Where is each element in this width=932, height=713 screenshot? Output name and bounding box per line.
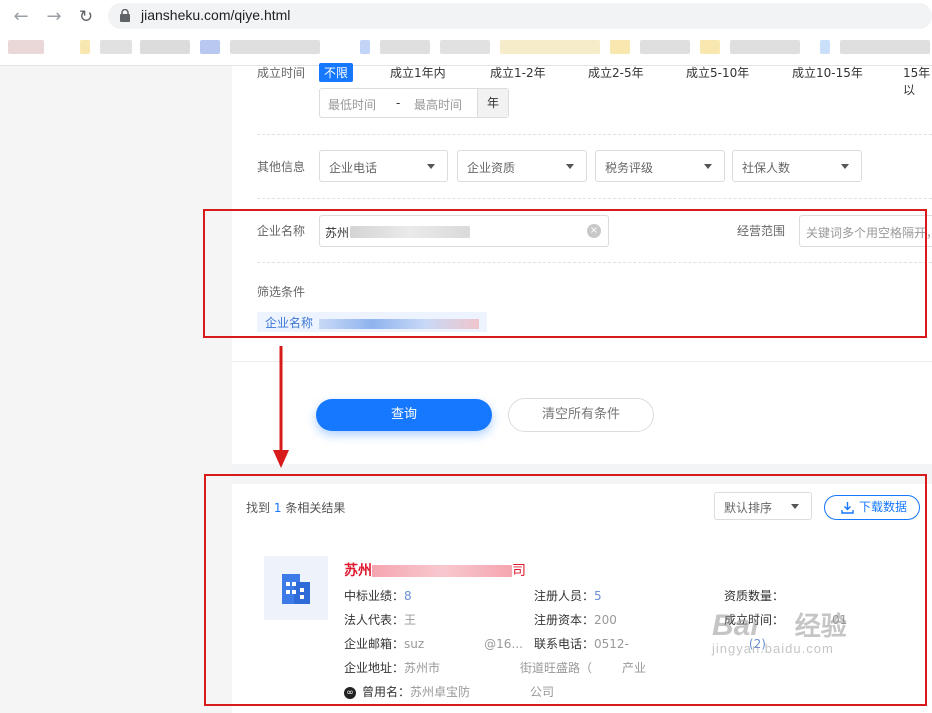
social-security-select[interactable]: 社保人数: [732, 150, 862, 182]
highlight-box-results: [204, 474, 927, 706]
bookmark-item[interactable]: [610, 40, 630, 54]
bookmark-item[interactable]: [380, 40, 430, 54]
divider: [257, 198, 932, 199]
founded-option-1y[interactable]: 成立1年内: [390, 64, 446, 81]
qualification-select-label: 企业资质: [467, 161, 516, 175]
url-text: jiansheku.com/qiye.html: [141, 7, 291, 23]
watermark-brand-b: 经验: [794, 611, 847, 641]
max-time-placeholder: 最高时间: [414, 98, 463, 112]
range-dash: -: [396, 96, 401, 110]
tax-rating-select[interactable]: 税务评级: [595, 150, 725, 182]
bookmark-item[interactable]: [140, 40, 190, 54]
founded-option-unlimited[interactable]: 不限: [319, 63, 354, 82]
bookmark-item[interactable]: [500, 40, 600, 54]
phone-select[interactable]: 企业电话: [319, 150, 448, 182]
arrow-down-icon: [273, 346, 289, 468]
watermark-site: jingyan.baidu.com: [712, 641, 834, 656]
lock-icon: [120, 9, 130, 22]
founded-option-2-5y[interactable]: 成立2-5年: [588, 64, 644, 81]
founded-option-5-10y[interactable]: 成立5-10年: [686, 64, 749, 81]
clear-all-button[interactable]: 清空所有条件: [508, 398, 654, 432]
founded-range-input[interactable]: 最低时间 - 最高时间 年: [319, 88, 509, 118]
other-info-label: 其他信息: [257, 160, 306, 174]
watermark-brand: Bai: [712, 609, 759, 642]
chevron-down-icon: [704, 164, 712, 169]
reload-icon[interactable]: ↻: [75, 6, 97, 28]
chevron-down-icon: [566, 164, 574, 169]
bookmark-item[interactable]: [360, 40, 370, 54]
divider: [232, 361, 932, 362]
highlight-box-filters: [203, 209, 927, 338]
bookmark-item[interactable]: [640, 40, 690, 54]
phone-select-label: 企业电话: [329, 161, 378, 175]
bookmark-item[interactable]: [8, 40, 44, 54]
chevron-down-icon: [427, 164, 435, 169]
chevron-down-icon: [841, 164, 849, 169]
bookmark-item[interactable]: [840, 40, 930, 54]
tax-rating-select-label: 税务评级: [605, 161, 654, 175]
forward-icon[interactable]: →: [43, 6, 65, 28]
social-security-select-label: 社保人数: [742, 161, 791, 175]
bookmarks-bar: [0, 38, 932, 58]
founded-option-15y[interactable]: 15年以: [903, 64, 932, 98]
baidu-watermark: Bai 经验 jingyan.baidu.com: [712, 606, 847, 656]
address-bar[interactable]: jiansheku.com/qiye.html: [108, 3, 932, 29]
browser-toolbar: ← → ↻ jiansheku.com/qiye.html: [0, 0, 932, 66]
bookmark-item[interactable]: [100, 40, 132, 54]
min-time-placeholder: 最低时间: [328, 98, 377, 112]
back-icon[interactable]: ←: [10, 6, 32, 28]
search-button[interactable]: 查询: [316, 399, 492, 431]
bookmark-item[interactable]: [700, 40, 720, 54]
founded-option-10-15y[interactable]: 成立10-15年: [792, 64, 863, 81]
bookmark-item[interactable]: [440, 40, 490, 54]
left-blank-area: [0, 66, 232, 713]
divider: [257, 134, 932, 135]
bookmark-item[interactable]: [80, 40, 90, 54]
bookmark-item[interactable]: [200, 40, 220, 54]
year-unit: 年: [477, 89, 508, 117]
bookmark-item[interactable]: [230, 40, 320, 54]
founded-label: 成立时间: [257, 66, 306, 80]
founded-option-1-2y[interactable]: 成立1-2年: [490, 64, 546, 81]
bookmark-item[interactable]: [730, 40, 800, 54]
bookmark-item[interactable]: [820, 40, 830, 54]
qualification-select[interactable]: 企业资质: [457, 150, 587, 182]
